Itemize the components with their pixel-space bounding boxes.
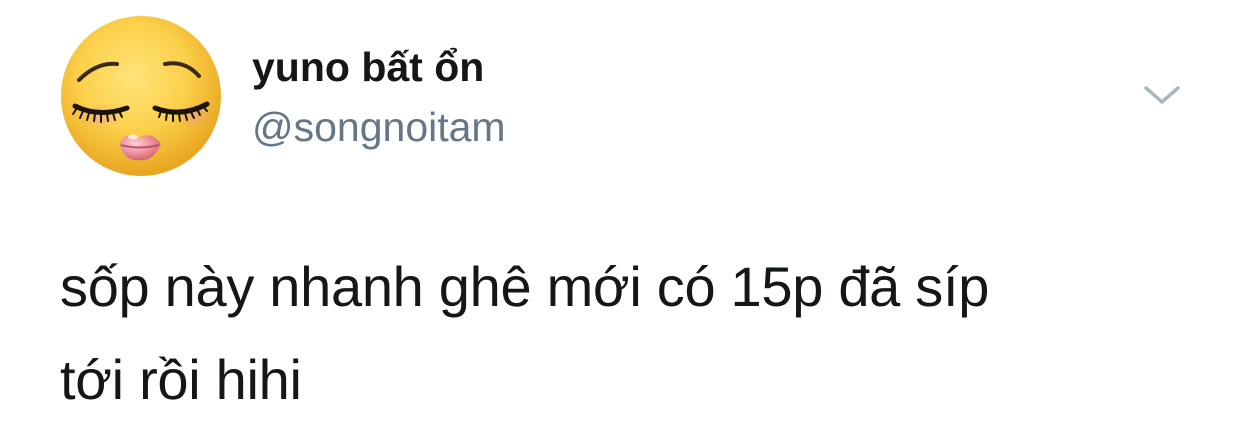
kissing-face-emoji-icon	[61, 16, 221, 176]
tweet-menu-button[interactable]	[1140, 80, 1184, 110]
tweet-card: yuno bất ổn @songnoitam sốp này nhanh gh…	[0, 0, 1242, 447]
avatar[interactable]	[57, 12, 225, 180]
author-handle[interactable]: @songnoitam	[252, 102, 506, 152]
tweet-text: sốp này nhanh ghê mới có 15p đã síp tới …	[60, 255, 990, 411]
chevron-down-icon	[1144, 86, 1180, 104]
author-display-name[interactable]: yuno bất ổn	[252, 42, 484, 92]
